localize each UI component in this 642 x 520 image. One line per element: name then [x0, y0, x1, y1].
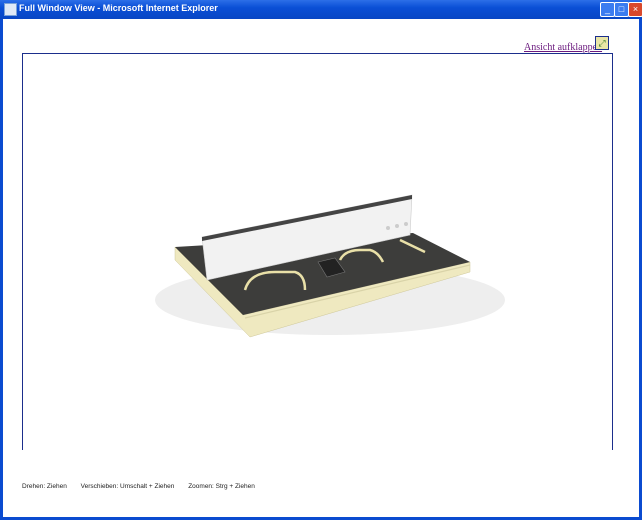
hint-pan: Verschieben: Umschalt + Ziehen [80, 483, 175, 490]
3d-model[interactable] [0, 0, 642, 520]
hint-zoom: Zoomen: Strg + Ziehen [188, 483, 255, 490]
hint-rotate: Drehen: Ziehen [22, 483, 67, 490]
button [404, 222, 408, 226]
button [395, 224, 399, 228]
button [386, 226, 390, 230]
navigation-hints: Drehen: Ziehen Verschieben: Umschalt + Z… [22, 483, 267, 490]
